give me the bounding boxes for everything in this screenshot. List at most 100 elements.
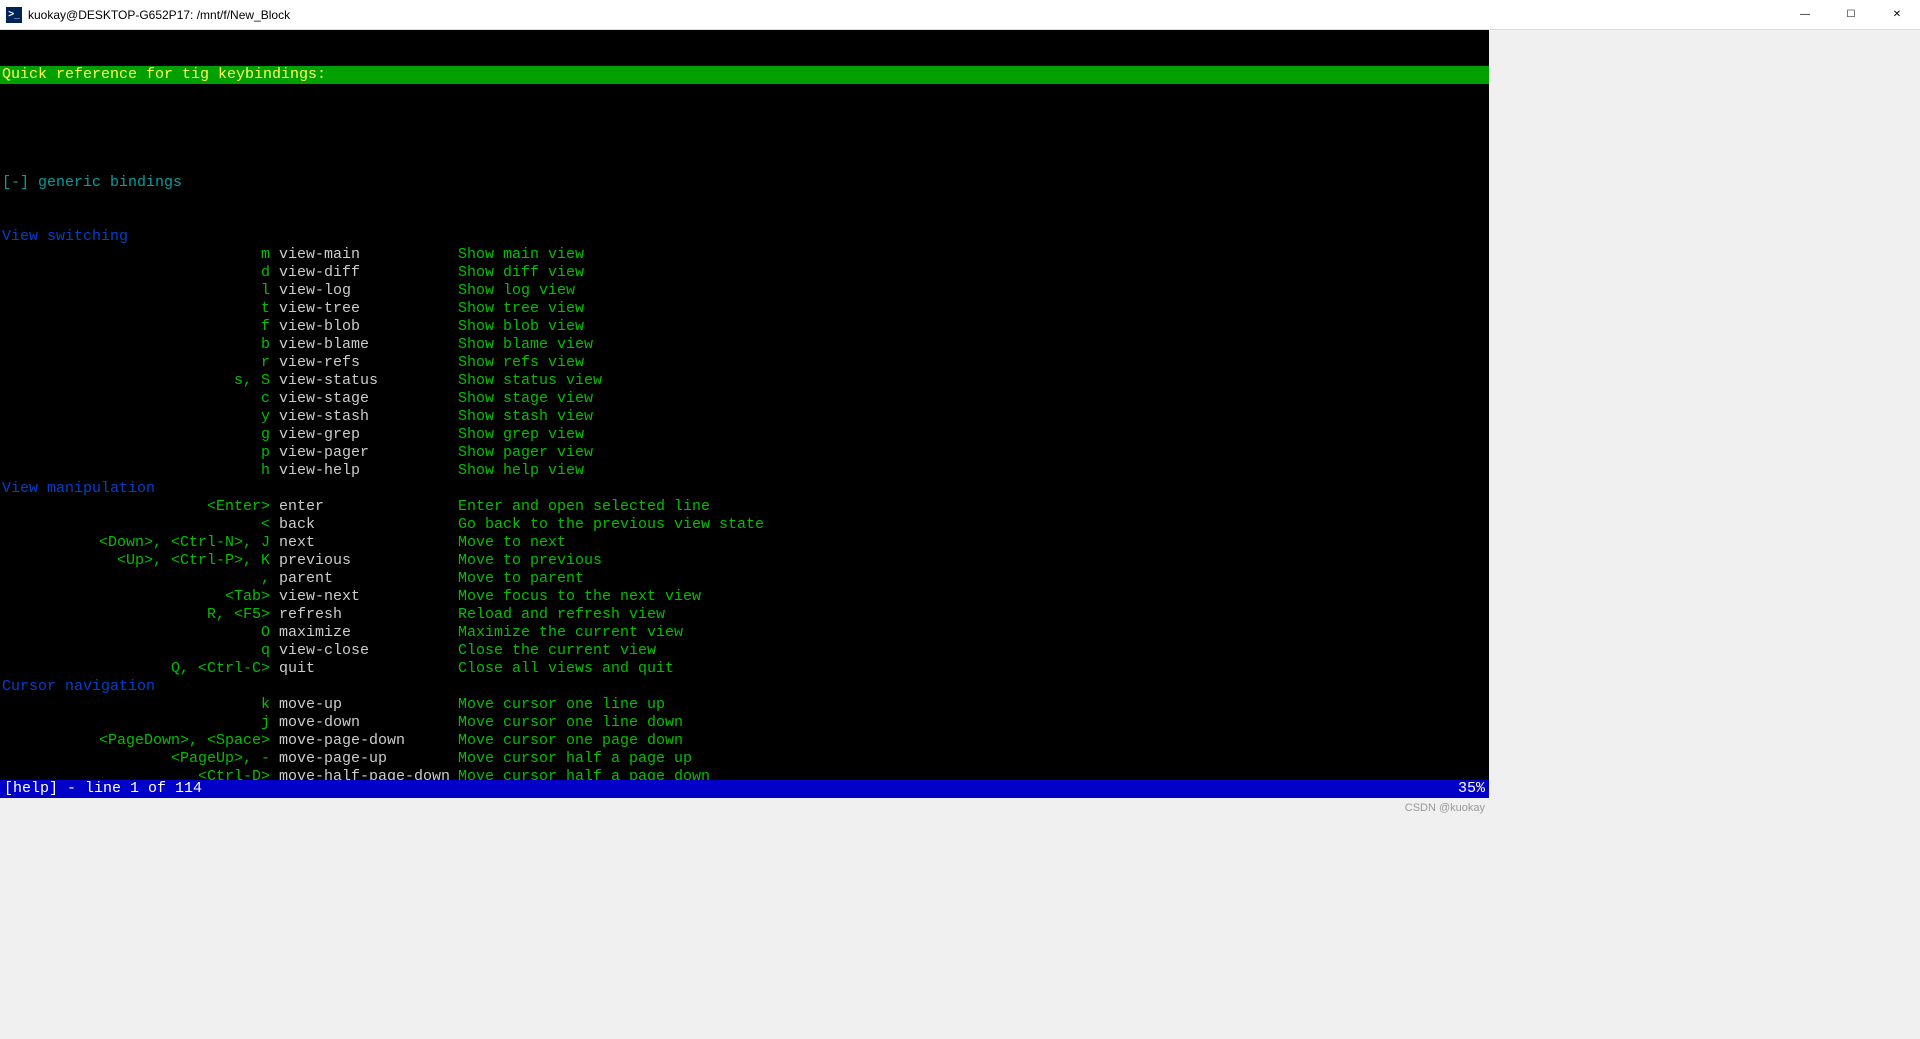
keybinding-key: t (2, 300, 270, 318)
keybinding-description: Show diff view (458, 264, 584, 282)
keybinding-description: Show status view (458, 372, 602, 390)
keybinding-key: <Tab> (2, 588, 270, 606)
keybinding-action: back (270, 516, 458, 534)
keybinding-action: refresh (270, 606, 458, 624)
keybinding-action: view-next (270, 588, 458, 606)
keybinding-sections: View switchingm view-mainShow main viewd… (0, 228, 1489, 798)
keybinding-description: Show pager view (458, 444, 593, 462)
keybinding-action: move-page-down (270, 732, 458, 750)
keybinding-action: quit (270, 660, 458, 678)
keybinding-key: Q, <Ctrl-C> (2, 660, 270, 678)
maximize-button[interactable]: ☐ (1828, 0, 1874, 30)
terminal[interactable]: Quick reference for tig keybindings: [-]… (0, 30, 1489, 798)
keybinding-key: <Down>, <Ctrl-N>, J (2, 534, 270, 552)
keybinding-action: view-close (270, 642, 458, 660)
keybinding-row: <PageUp>, - move-page-upMove cursor half… (0, 750, 1489, 768)
keybinding-action: view-diff (270, 264, 458, 282)
section-title: Cursor navigation (0, 678, 1489, 696)
keybinding-key: m (2, 246, 270, 264)
keybinding-key: c (2, 390, 270, 408)
powershell-icon: >_ (6, 7, 22, 23)
watermark: CSDN @kuokay (1405, 802, 1485, 814)
keybinding-action: move-page-up (270, 750, 458, 768)
keybinding-key: s, S (2, 372, 270, 390)
keybinding-description: Show tree view (458, 300, 584, 318)
section-title: View manipulation (0, 480, 1489, 498)
keybinding-description: Close the current view (458, 642, 656, 660)
keybinding-action: view-tree (270, 300, 458, 318)
keybinding-description: Close all views and quit (458, 660, 674, 678)
keybinding-row: b view-blameShow blame view (0, 336, 1489, 354)
keybinding-action: view-refs (270, 354, 458, 372)
keybinding-row: Q, <Ctrl-C> quitClose all views and quit (0, 660, 1489, 678)
keybinding-key: k (2, 696, 270, 714)
keybinding-row: g view-grepShow grep view (0, 426, 1489, 444)
keybinding-action: view-log (270, 282, 458, 300)
keybinding-row: p view-pagerShow pager view (0, 444, 1489, 462)
keybinding-action: next (270, 534, 458, 552)
keybinding-key: h (2, 462, 270, 480)
keybinding-description: Move cursor one line down (458, 714, 683, 732)
keybinding-description: Move to parent (458, 570, 584, 588)
keybinding-key: r (2, 354, 270, 372)
keybinding-description: Reload and refresh view (458, 606, 665, 624)
keybinding-row: <Enter> enterEnter and open selected lin… (0, 498, 1489, 516)
keybinding-key: <Enter> (2, 498, 270, 516)
keybinding-row: s, S view-statusShow status view (0, 372, 1489, 390)
keybinding-action: view-stash (270, 408, 458, 426)
keybinding-row: < backGo back to the previous view state (0, 516, 1489, 534)
keybinding-key: y (2, 408, 270, 426)
keybinding-action: view-main (270, 246, 458, 264)
keybinding-action: view-status (270, 372, 458, 390)
keybinding-description: Maximize the current view (458, 624, 683, 642)
section-title: View switching (0, 228, 1489, 246)
keybinding-key: <PageUp>, - (2, 750, 270, 768)
keybinding-row: O maximizeMaximize the current view (0, 624, 1489, 642)
status-left: [help] - line 1 of 114 (4, 780, 202, 798)
keybinding-row: m view-mainShow main view (0, 246, 1489, 264)
keybinding-key: , (2, 570, 270, 588)
minimize-button[interactable]: — (1782, 0, 1828, 30)
keybinding-description: Move cursor one line up (458, 696, 665, 714)
keybinding-row: r view-refsShow refs view (0, 354, 1489, 372)
keybinding-key: q (2, 642, 270, 660)
window-title-bar: >_ kuokay@DESKTOP-G652P17: /mnt/f/New_Bl… (0, 0, 1920, 30)
keybinding-description: Move focus to the next view (458, 588, 701, 606)
keybinding-key: l (2, 282, 270, 300)
close-button[interactable]: ✕ (1874, 0, 1920, 30)
keybinding-key: < (2, 516, 270, 534)
keybinding-description: Go back to the previous view state (458, 516, 764, 534)
keybinding-description: Move cursor half a page up (458, 750, 692, 768)
keybinding-action: enter (270, 498, 458, 516)
keybinding-row: <Up>, <Ctrl-P>, K previousMove to previo… (0, 552, 1489, 570)
keybinding-key: O (2, 624, 270, 642)
keybinding-action: move-down (270, 714, 458, 732)
keybinding-description: Show refs view (458, 354, 584, 372)
keybinding-description: Show blob view (458, 318, 584, 336)
keybinding-row: t view-treeShow tree view (0, 300, 1489, 318)
keybinding-action: view-help (270, 462, 458, 480)
keybinding-row: , parentMove to parent (0, 570, 1489, 588)
keybinding-action: parent (270, 570, 458, 588)
keybinding-row: h view-helpShow help view (0, 462, 1489, 480)
keybinding-description: Show help view (458, 462, 584, 480)
keybinding-action: view-blob (270, 318, 458, 336)
generic-bindings-header: [-] generic bindings (0, 174, 1489, 192)
keybinding-key: R, <F5> (2, 606, 270, 624)
status-right: 35% (1458, 780, 1485, 798)
window-controls: — ☐ ✕ (1782, 0, 1920, 30)
status-bar: [help] - line 1 of 114 35% (0, 780, 1489, 798)
keybinding-row: f view-blobShow blob view (0, 318, 1489, 336)
title-left: >_ kuokay@DESKTOP-G652P17: /mnt/f/New_Bl… (6, 7, 290, 23)
keybinding-action: view-stage (270, 390, 458, 408)
keybinding-row: k move-upMove cursor one line up (0, 696, 1489, 714)
window-title: kuokay@DESKTOP-G652P17: /mnt/f/New_Block (28, 8, 290, 22)
keybinding-key: g (2, 426, 270, 444)
blank-line (0, 120, 1489, 138)
keybinding-row: <Tab> view-nextMove focus to the next vi… (0, 588, 1489, 606)
keybinding-description: Show stash view (458, 408, 593, 426)
keybinding-row: q view-closeClose the current view (0, 642, 1489, 660)
keybinding-description: Show log view (458, 282, 575, 300)
keybinding-key: p (2, 444, 270, 462)
keybinding-row: <PageDown>, <Space> move-page-downMove c… (0, 732, 1489, 750)
